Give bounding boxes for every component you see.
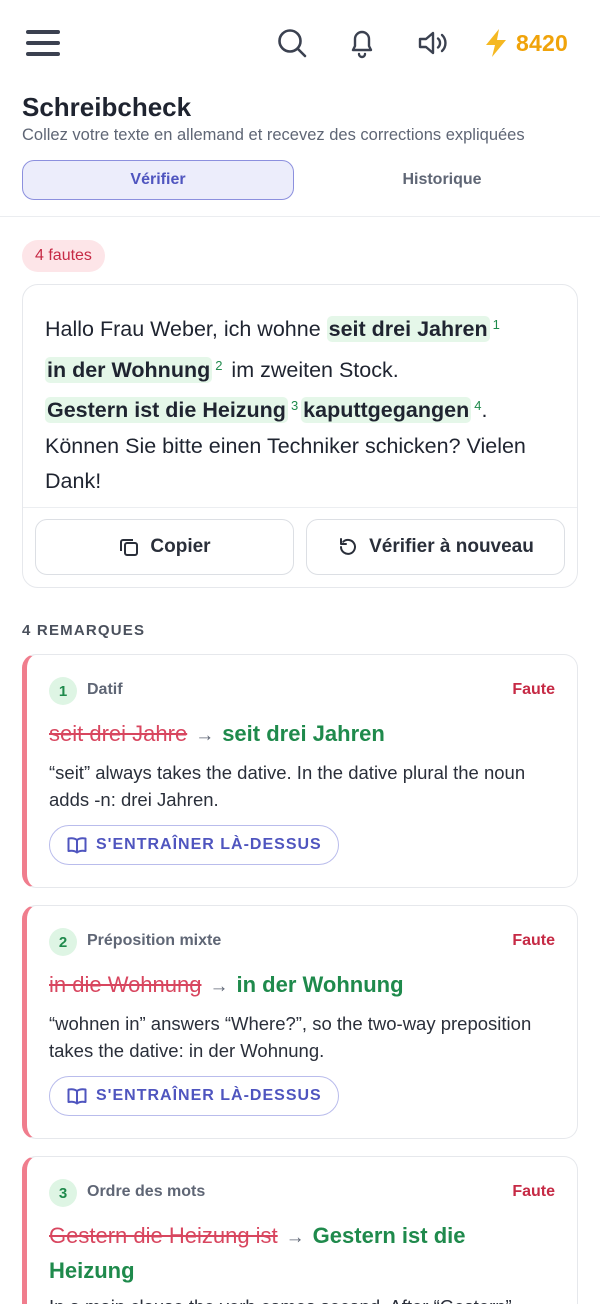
highlight-4[interactable]: kaputtgegangen [301,397,472,423]
remark-category: Préposition mixte [87,932,222,949]
highlight-number-1: 1 [492,317,500,332]
wrong-text: in die Wohnung [49,972,202,997]
remark-status: Faute [512,932,555,949]
highlight-3[interactable]: Gestern ist die Heizung [45,397,288,423]
tab-historique[interactable]: Historique [306,160,578,200]
remark-status: Faute [512,1183,555,1200]
highlight-number-3: 3 [290,398,299,413]
copy-icon [120,539,139,556]
card-divider [23,507,577,508]
recheck-button-label: Vérifier à nouveau [369,536,534,557]
recheck-button[interactable]: Vérifier à nouveau [306,519,565,575]
remark-number: 2 [49,928,77,956]
error-count-badge: 4 fautes [22,240,105,272]
wrong-text: seit drei Jahre [49,721,188,746]
remark-status: Faute [512,681,555,698]
remark-explanation: “seit” always takes the dative. In the d… [49,762,526,810]
book-icon [67,1088,87,1105]
correct-text: seit drei Jahren [222,721,385,746]
remark-card: 1 Datif Faute seit drei Jahre → seit drei … [22,654,578,888]
remark-category: Ordre des mots [87,1183,206,1200]
remark-number: 3 [49,1179,77,1207]
remark-explanation: “wohnen in” answers “Where?”, so the two… [49,1013,532,1061]
text-segment: . [481,398,488,422]
remark-correction: Gestern die Heizung ist → Gestern ist die … [49,1219,549,1287]
remark-card: 3 Ordre des mots Faute Gestern die Heizu… [22,1156,578,1304]
menu-icon[interactable] [26,28,62,58]
highlight-number-2: 2 [215,357,223,373]
streak-counter[interactable]: 8420 [480,26,568,60]
corrected-text-card: Hallo Frau Weber, ich wohne seit drei Ja… [22,284,578,588]
page-title: Schreibcheck [22,92,192,122]
copy-button-label: Copier [150,536,211,557]
text-segment: Können Sie bitte einen Techniker schicke… [45,433,526,494]
practice-button[interactable]: S'ENTRAÎNER LÀ-DESSUS [49,825,339,865]
arrow-icon: → [195,725,215,746]
text-segment: im zweiten Stock. [225,357,399,382]
remark-correction: in die Wohnung → in der Wohnung [49,968,549,1003]
refresh-icon [340,538,357,555]
highlight-1[interactable]: seit drei Jahren [326,316,490,342]
remark-correction: seit drei Jahre → seit drei Jahren [49,717,549,752]
highlight-2[interactable]: in der Wohnung [45,356,213,383]
book-icon [67,837,87,854]
corrected-text: Hallo Frau Weber, ich wohne seit drei Ja… [45,307,559,500]
remark-number: 1 [49,677,77,705]
tab-bar: Vérifier Historique [22,160,578,200]
streak-count: 8420 [516,29,568,56]
remark-card: 2 Préposition mixte Faute in die Wohnung… [22,905,578,1139]
remarks-heading: 4 REMARQUES [22,622,146,639]
remark-explanation: In a main clause the verb comes second. … [49,1293,549,1304]
tab-verifier[interactable]: Vérifier [22,160,294,200]
remark-category: Datif [87,681,123,698]
practice-button[interactable]: S'ENTRAÎNER LÀ-DESSUS [49,1076,339,1116]
arrow-icon: → [285,1227,305,1248]
header-divider [0,216,600,217]
wrong-text: Gestern die Heizung ist [49,1223,278,1248]
correct-text: in der Wohnung [236,972,404,997]
text-segment: Hallo Frau Weber, ich wohne [45,317,327,341]
bell-icon[interactable] [345,26,379,60]
top-bar: 8420 [0,0,600,88]
practice-button-label: S'ENTRAÎNER LÀ-DESSUS [96,836,322,853]
page-subtitle: Collez votre texte en allemand et receve… [22,126,525,144]
practice-button-label: S'ENTRAÎNER LÀ-DESSUS [96,1087,322,1104]
arrow-icon: → [209,976,229,997]
search-icon[interactable] [275,26,309,60]
speaker-icon[interactable] [416,26,450,60]
lightning-icon [486,29,506,57]
copy-button[interactable]: Copier [35,519,294,575]
